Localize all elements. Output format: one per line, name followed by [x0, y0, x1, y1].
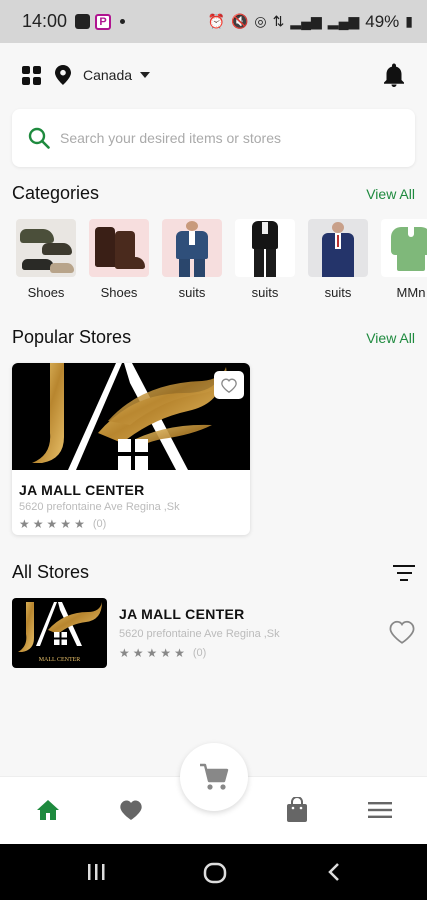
status-time: 14:00 — [22, 11, 68, 31]
categories-list: Shoes Shoes suits suits suits MMn — [16, 219, 427, 303]
star-icon: ★ — [19, 517, 30, 531]
heart-outline-icon — [221, 377, 237, 393]
signal-icon: ▂▄▆ — [290, 13, 322, 29]
store-logo-caption: MALL CENTER — [38, 657, 81, 663]
category-label: suits — [178, 285, 206, 300]
blue-suit-image — [162, 219, 222, 277]
category-item[interactable]: MMn — [381, 219, 427, 303]
star-icon: ★ — [146, 646, 158, 660]
star-icon: ★ — [160, 646, 172, 660]
favorite-heart-icon[interactable] — [389, 620, 415, 644]
store-list-item[interactable]: MALL CENTER JA MALL CENTER 5620 prefonta… — [12, 598, 415, 670]
popular-store-info: JA MALL CENTER 5620 prefontaine Ave Regi… — [12, 470, 250, 531]
all-stores-title: All Stores — [12, 562, 90, 582]
star-icon: ★ — [119, 646, 130, 660]
popular-stores-view-all-link[interactable]: View All — [366, 330, 415, 346]
filter-icon[interactable] — [393, 564, 415, 581]
search-input[interactable] — [60, 130, 390, 146]
category-item[interactable]: Shoes — [89, 219, 149, 303]
category-label: MMn — [396, 285, 426, 300]
store-address: 5620 prefontaine Ave Regina ,Sk — [119, 628, 280, 640]
more-dot-icon — [120, 19, 126, 24]
category-item[interactable]: suits — [235, 219, 295, 303]
navy-suit-image — [308, 219, 368, 277]
notification-icons: P — [75, 13, 126, 30]
country-selector[interactable]: Canada — [83, 67, 151, 83]
star-icon: ★ — [60, 517, 72, 531]
categories-header: Categories View All — [12, 183, 415, 204]
data-icon: ⇅ — [272, 13, 285, 29]
popular-stores-header: Popular Stores View All — [12, 327, 415, 348]
all-stores-header: All Stores — [12, 562, 415, 583]
rating-stars: ★ ★ ★ ★ ★ (0) — [19, 517, 250, 531]
system-icons: ⏰ 🔇 ◎ ⇅ ▂▄▆ ▂▄▆ 49% ▮ — [208, 12, 413, 32]
back-icon[interactable] — [326, 862, 342, 882]
heart-icon[interactable] — [118, 799, 144, 821]
category-label: Shoes — [100, 285, 138, 300]
hotspot-icon: ◎ — [254, 13, 267, 29]
cart-button[interactable] — [180, 743, 248, 811]
cart-icon — [200, 763, 229, 790]
popular-store-card[interactable]: JA MALL CENTER 5620 prefontaine Ave Regi… — [12, 363, 250, 535]
category-label: suits — [251, 285, 279, 300]
mute-icon: 🔇 — [230, 13, 249, 29]
star-icon: ★ — [132, 646, 144, 660]
store-logo: MALL CENTER — [12, 598, 107, 668]
menu-icon[interactable] — [368, 801, 392, 819]
popular-stores-title: Popular Stores — [12, 327, 132, 347]
store-name: JA MALL CENTER — [119, 606, 245, 622]
star-icon: ★ — [74, 517, 85, 531]
category-label: Shoes — [27, 285, 65, 300]
star-icon: ★ — [32, 517, 44, 531]
store-info: JA MALL CENTER 5620 prefontaine Ave Regi… — [119, 598, 280, 660]
search-icon — [28, 127, 50, 149]
rating-count: (0) — [192, 647, 207, 659]
categories-view-all-link[interactable]: View All — [366, 186, 415, 202]
green-scrubs-image — [381, 219, 427, 277]
black-suit-image — [235, 219, 295, 277]
category-item[interactable]: suits — [162, 219, 222, 303]
category-item[interactable]: suits — [308, 219, 368, 303]
p-app-icon: P — [95, 13, 112, 30]
favorite-button[interactable] — [214, 371, 244, 399]
recent-apps-icon[interactable] — [86, 862, 106, 882]
loafers-image — [16, 219, 76, 277]
caret-down-icon — [140, 72, 151, 78]
alarm-icon: ⏰ — [207, 13, 225, 29]
status-bar: 14:00 P ⏰ 🔇 ◎ ⇅ ▂▄▆ ▂▄▆ 49% ▮ — [0, 0, 427, 43]
category-label: suits — [324, 285, 352, 300]
bell-icon[interactable] — [383, 63, 405, 87]
location-pin-icon[interactable] — [55, 65, 71, 85]
grid-menu-icon[interactable] — [22, 65, 41, 85]
system-navigation-bar — [0, 844, 427, 900]
popular-store-address: 5620 prefontaine Ave Regina ,Sk — [19, 501, 180, 513]
home-button-icon[interactable] — [203, 862, 227, 884]
category-item[interactable]: Shoes — [16, 219, 76, 303]
star-icon: ★ — [174, 646, 185, 660]
top-bar: Canada — [0, 43, 427, 107]
popular-store-name: JA MALL CENTER — [19, 482, 145, 498]
boots-image — [89, 219, 149, 277]
rating-stars: ★ ★ ★ ★ ★ (0) — [119, 646, 280, 660]
store-banner-logo — [12, 363, 250, 470]
rating-count: (0) — [92, 518, 107, 530]
categories-title: Categories — [12, 183, 100, 203]
gallery-icon — [75, 14, 91, 29]
battery-percent: 49% — [365, 11, 400, 31]
shopping-bag-icon[interactable] — [286, 797, 308, 823]
home-icon[interactable] — [36, 799, 60, 821]
signal-2-icon: ▂▄▆ — [327, 13, 360, 29]
search-bar[interactable] — [12, 109, 415, 167]
battery-icon: ▮ — [405, 13, 413, 29]
star-icon: ★ — [46, 517, 58, 531]
country-label: Canada — [83, 67, 133, 83]
